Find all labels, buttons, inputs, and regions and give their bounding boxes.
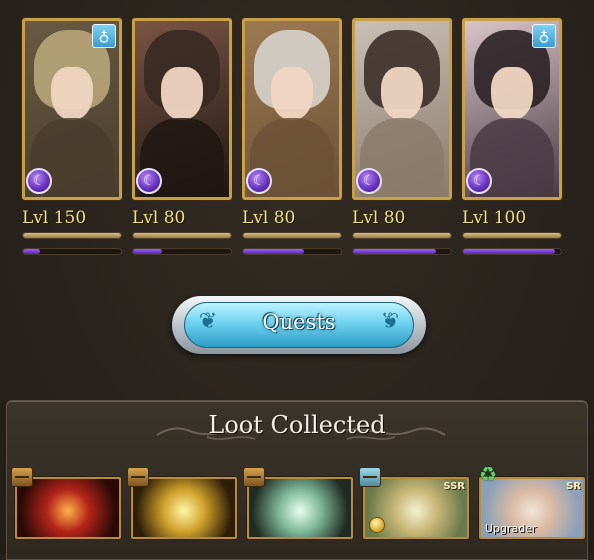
treasure-chest-icon bbox=[127, 467, 149, 487]
dark-element-icon: ☾ bbox=[136, 168, 162, 194]
character-portrait[interactable]: ☾ bbox=[132, 18, 232, 200]
blue-chest-icon bbox=[359, 467, 381, 487]
exp-bar-fill bbox=[23, 249, 40, 254]
exp-bar-fill bbox=[463, 249, 556, 254]
party-member-3[interactable]: ☾ Lvl 80 bbox=[242, 18, 342, 255]
loot-art bbox=[17, 479, 119, 537]
loot-title: Loot Collected bbox=[208, 411, 386, 439]
dark-element-icon: ☾ bbox=[356, 168, 382, 194]
exp-bar bbox=[242, 248, 342, 255]
level-bar bbox=[132, 232, 232, 239]
portrait-face bbox=[381, 66, 423, 120]
level-text: Lvl 80 bbox=[132, 208, 186, 228]
level-text: Lvl 80 bbox=[242, 208, 296, 228]
level-bar bbox=[352, 232, 452, 239]
party-member-1[interactable]: ☾ ♁ Lvl 150 bbox=[22, 18, 122, 255]
rarity-badge: SSR bbox=[443, 481, 465, 492]
portrait-face bbox=[161, 66, 203, 120]
portrait-face bbox=[271, 66, 313, 120]
loot-item-summon-sr[interactable]: SR Upgrader bbox=[479, 477, 585, 539]
upgrader-label: Upgrader bbox=[485, 522, 537, 535]
level-bar-fill bbox=[353, 233, 451, 238]
level-bar-fill bbox=[23, 233, 121, 238]
level-bar bbox=[242, 232, 342, 239]
exp-bar-fill bbox=[133, 249, 163, 254]
level-bar-fill bbox=[463, 233, 561, 238]
loot-panel: Loot Collected SSR SR Upgrader ♻ bbox=[6, 400, 588, 560]
coin-icon bbox=[369, 517, 385, 533]
party-member-4[interactable]: ☾ Lvl 80 bbox=[352, 18, 452, 255]
level-bar-fill bbox=[243, 233, 341, 238]
character-portrait[interactable]: ☾ bbox=[352, 18, 452, 200]
party-member-2[interactable]: ☾ Lvl 80 bbox=[132, 18, 232, 255]
quests-button[interactable]: ❦ ❦ Quests bbox=[172, 296, 426, 354]
exp-bar-fill bbox=[243, 249, 304, 254]
level-text: Lvl 80 bbox=[352, 208, 406, 228]
recycle-icon: ♻ bbox=[479, 462, 497, 486]
exp-bar bbox=[132, 248, 232, 255]
dark-element-icon: ☾ bbox=[246, 168, 272, 194]
character-portrait[interactable]: ☾ ♁ bbox=[462, 18, 562, 200]
quests-button-label: Quests bbox=[262, 310, 336, 334]
level-bar-fill bbox=[133, 233, 231, 238]
treasure-chest-icon bbox=[11, 467, 33, 487]
party-member-5[interactable]: ☾ ♁ Lvl 100 bbox=[462, 18, 562, 255]
exp-bar bbox=[462, 248, 562, 255]
level-text: Lvl 150 bbox=[22, 208, 87, 228]
loot-art bbox=[133, 479, 235, 537]
portrait-face bbox=[51, 66, 93, 120]
character-portrait[interactable]: ☾ bbox=[242, 18, 342, 200]
exp-bar bbox=[352, 248, 452, 255]
ring-icon: ♁ bbox=[92, 24, 116, 48]
ring-icon: ♁ bbox=[532, 24, 556, 48]
level-text: Lvl 100 bbox=[462, 208, 527, 228]
level-bar bbox=[462, 232, 562, 239]
exp-bar bbox=[22, 248, 122, 255]
party-roster: ☾ ♁ Lvl 150 ☾ Lvl 80 ☾ Lvl 80 ☾ Lvl 80 ☾… bbox=[22, 18, 572, 258]
treasure-chest-icon bbox=[243, 467, 265, 487]
portrait-face bbox=[491, 66, 533, 120]
dark-element-icon: ☾ bbox=[26, 168, 52, 194]
character-portrait[interactable]: ☾ ♁ bbox=[22, 18, 122, 200]
dark-element-icon: ☾ bbox=[466, 168, 492, 194]
level-bar bbox=[22, 232, 122, 239]
loot-art bbox=[249, 479, 351, 537]
exp-bar-fill bbox=[353, 249, 437, 254]
rarity-badge: SR bbox=[566, 481, 581, 492]
